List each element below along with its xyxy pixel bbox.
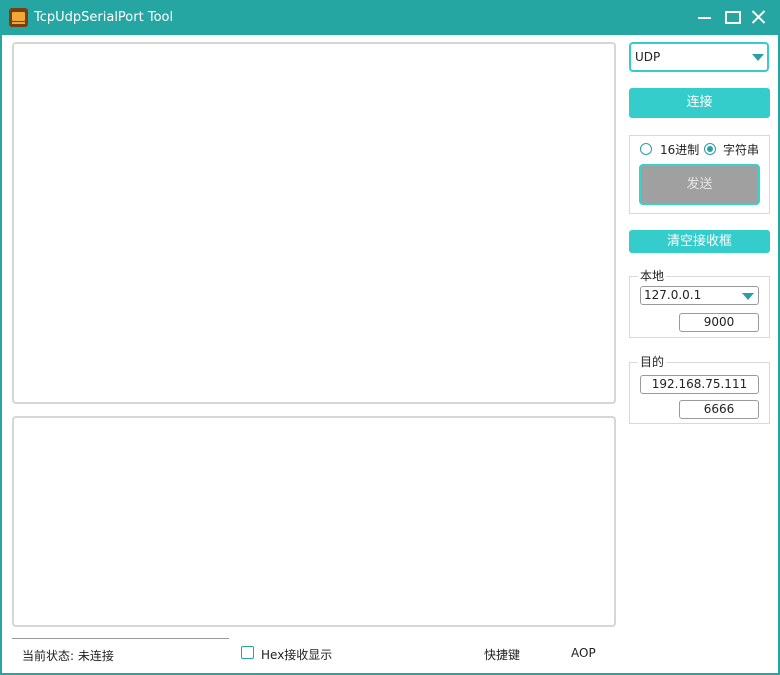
aop-link[interactable]: AOP bbox=[571, 646, 596, 660]
hex-radio[interactable] bbox=[640, 143, 652, 155]
shortcut-link[interactable]: 快捷键 bbox=[484, 646, 520, 663]
protocol-value: UDP bbox=[635, 50, 661, 64]
local-ip-dropdown[interactable]: 127.0.0.1 bbox=[640, 286, 759, 305]
hex-display-label[interactable]: Hex接收显示 bbox=[261, 646, 332, 663]
window-title: TcpUdpSerialPort Tool bbox=[34, 10, 174, 25]
string-radio-label[interactable]: 字符串 bbox=[723, 141, 759, 158]
local-groupbox: 本地 127.0.0.1 9000 bbox=[629, 269, 770, 338]
chevron-down-icon bbox=[742, 293, 754, 300]
send-textarea[interactable] bbox=[12, 416, 616, 627]
send-options-group: 16进制 字符串 发送 bbox=[629, 135, 770, 214]
hex-display-checkbox[interactable] bbox=[241, 646, 254, 659]
destination-legend: 目的 bbox=[638, 355, 667, 369]
minimize-icon[interactable] bbox=[695, 8, 715, 26]
destination-groupbox: 目的 192.168.75.111 6666 bbox=[629, 355, 770, 424]
status-bar: 当前状态: 未连接 bbox=[12, 638, 229, 668]
title-bar: TcpUdpSerialPort Tool bbox=[0, 0, 780, 35]
maximize-icon[interactable] bbox=[723, 8, 743, 26]
hex-radio-label[interactable]: 16进制 bbox=[660, 141, 699, 158]
connect-button[interactable]: 连接 bbox=[629, 88, 770, 118]
chevron-down-icon bbox=[752, 54, 764, 61]
string-radio[interactable] bbox=[704, 143, 716, 155]
send-button[interactable]: 发送 bbox=[639, 164, 760, 205]
app-logo-icon bbox=[9, 8, 28, 27]
receive-textarea[interactable] bbox=[12, 42, 616, 404]
protocol-dropdown[interactable]: UDP bbox=[629, 42, 769, 72]
destination-ip-input[interactable]: 192.168.75.111 bbox=[640, 375, 759, 394]
local-ip-value: 127.0.0.1 bbox=[644, 288, 702, 302]
close-icon[interactable] bbox=[749, 8, 769, 26]
destination-port-input[interactable]: 6666 bbox=[679, 400, 759, 419]
clear-receive-button[interactable]: 清空接收框 bbox=[629, 230, 770, 253]
local-legend: 本地 bbox=[638, 269, 667, 283]
local-port-input[interactable]: 9000 bbox=[679, 313, 759, 332]
connection-status: 当前状态: 未连接 bbox=[22, 649, 114, 663]
